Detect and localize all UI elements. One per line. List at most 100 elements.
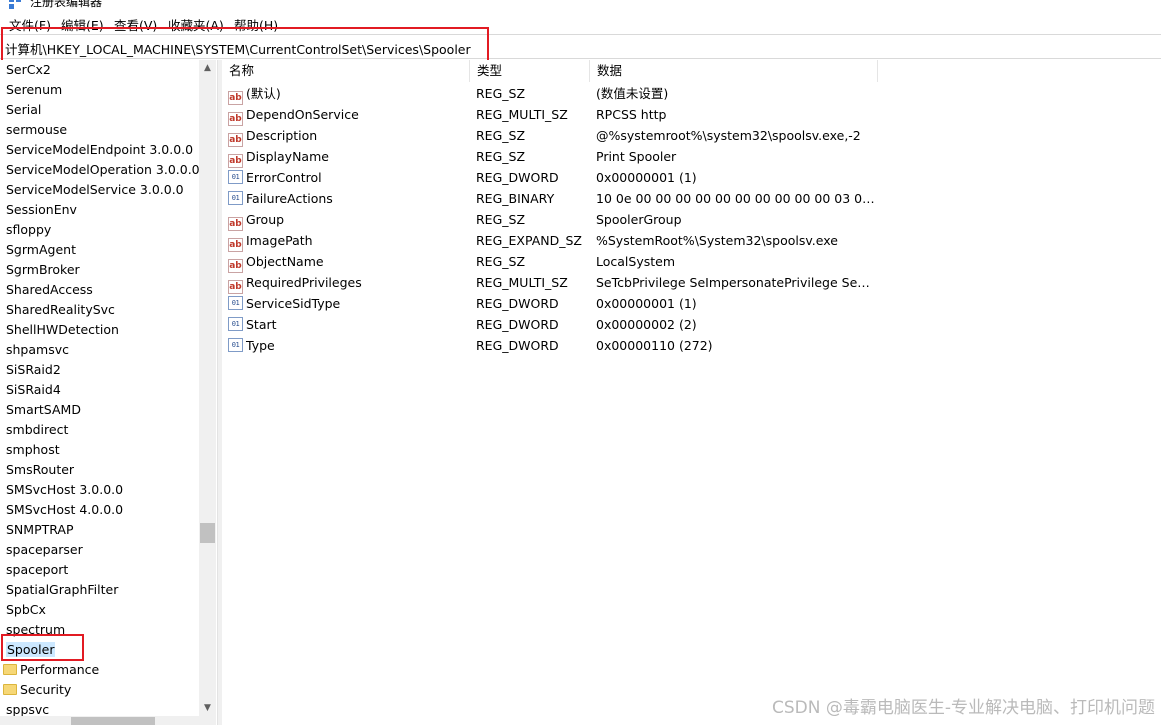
- value-data: 0x00000002 (2): [596, 317, 697, 332]
- tree-item[interactable]: spectrum: [6, 620, 65, 640]
- value-row[interactable]: 01 Start REG_DWORD 0x00000002 (2): [222, 314, 1161, 335]
- tree-item[interactable]: SpbCx: [6, 600, 46, 620]
- tree-item[interactable]: Security: [3, 680, 71, 700]
- value-data: 0x00000110 (272): [596, 338, 713, 353]
- value-row[interactable]: ab RequiredPrivileges REG_MULTI_SZ SeTcbPri…: [222, 272, 1161, 294]
- value-name: Group: [246, 212, 285, 227]
- value-row[interactable]: ab DisplayName REG_SZ Print Spooler: [222, 146, 1161, 168]
- tree-item[interactable]: smbdirect: [6, 420, 68, 440]
- value-name-cell: 01 Type: [228, 335, 275, 356]
- scroll-up-arrow-icon[interactable]: ▲: [199, 60, 216, 77]
- value-name-cell: ab ObjectName: [228, 251, 324, 273]
- tree-item[interactable]: Serenum: [6, 80, 62, 100]
- menu-help[interactable]: 帮助(H): [234, 15, 278, 34]
- binary-value-icon: 01: [228, 317, 243, 331]
- tree-item[interactable]: SgrmBroker: [6, 260, 80, 280]
- tree-item[interactable]: spaceport: [6, 560, 68, 580]
- value-row[interactable]: ab ObjectName REG_SZ LocalSystem: [222, 251, 1161, 273]
- tree-item[interactable]: ServiceModelEndpoint 3.0.0.0: [6, 140, 193, 160]
- tree-item[interactable]: Performance: [3, 660, 99, 680]
- tree-item-label: SMSvcHost 3.0.0.0: [6, 482, 124, 497]
- tree-item-label: SNMPTRAP: [6, 522, 74, 537]
- tree-item[interactable]: shpamsvc: [6, 340, 69, 360]
- tree-item[interactable]: Serial: [6, 100, 41, 120]
- column-header-name[interactable]: 名称: [222, 60, 470, 82]
- tree-item[interactable]: ShellHWDetection: [6, 320, 119, 340]
- value-data: Print Spooler: [596, 149, 677, 164]
- tree-item[interactable]: SNMPTRAP: [6, 520, 74, 540]
- tree-item[interactable]: SharedRealitySvc: [6, 300, 115, 320]
- value-row[interactable]: 01 ErrorControl REG_DWORD 0x00000001 (1): [222, 167, 1161, 188]
- tree-item[interactable]: SgrmAgent: [6, 240, 76, 260]
- binary-value-icon: 01: [228, 170, 243, 184]
- value-data: 0x00000001 (1): [596, 170, 697, 185]
- tree-item[interactable]: ServiceModelOperation 3.0.0.0: [6, 160, 200, 180]
- value-type: REG_DWORD: [476, 170, 559, 185]
- tree-item[interactable]: smphost: [6, 440, 60, 460]
- tree-item[interactable]: ServiceModelService 3.0.0.0: [6, 180, 184, 200]
- value-type: REG_SZ: [476, 254, 526, 269]
- tree-item[interactable]: SmsRouter: [6, 460, 74, 480]
- column-header-type[interactable]: 类型: [470, 60, 590, 82]
- tree-item[interactable]: SpatialGraphFilter: [6, 580, 118, 600]
- tree-item[interactable]: spaceparser: [6, 540, 83, 560]
- value-row[interactable]: 01 Type REG_DWORD 0x00000110 (272): [222, 335, 1161, 356]
- scroll-down-arrow-icon[interactable]: ▼: [199, 700, 216, 717]
- tree-vertical-scrollbar[interactable]: ▲ ▼: [199, 60, 216, 725]
- value-row[interactable]: ab (默认) REG_SZ (数值未设置): [222, 83, 1161, 105]
- value-data: 10 0e 00 00 00 00 00 00 00 00 00 00 03 0…: [596, 191, 878, 206]
- tree-item-label: SharedRealitySvc: [6, 302, 115, 317]
- tree-item-label: sermouse: [6, 122, 68, 137]
- tree-item[interactable]: SerCx2: [6, 60, 51, 80]
- tree-item-label: spectrum: [6, 622, 66, 637]
- column-header-data[interactable]: 数据: [590, 60, 878, 82]
- tree-item-label: Performance: [20, 662, 100, 677]
- menu-view[interactable]: 查看(V): [114, 15, 157, 34]
- tree-item[interactable]: SiSRaid4: [6, 380, 61, 400]
- tree-item-label: SgrmAgent: [6, 242, 76, 257]
- tree-item-label: smphost: [6, 442, 60, 457]
- tree-item[interactable]: Spooler: [6, 640, 56, 660]
- value-name: Start: [246, 317, 277, 332]
- tree-item[interactable]: SharedAccess: [6, 280, 93, 300]
- tree-item-label: SiSRaid4: [6, 382, 61, 397]
- value-row[interactable]: ab Description REG_SZ @%systemroot%\system3…: [222, 125, 1161, 147]
- menu-edit[interactable]: 编辑(E): [61, 15, 104, 34]
- value-row[interactable]: ab ImagePath REG_EXPAND_SZ %SystemRoot%\Sys…: [222, 230, 1161, 252]
- tree-item[interactable]: SMSvcHost 4.0.0.0: [6, 500, 123, 520]
- tree-item[interactable]: sermouse: [6, 120, 67, 140]
- address-path[interactable]: 计算机\HKEY_LOCAL_MACHINE\SYSTEM\CurrentCon…: [5, 39, 471, 58]
- tree-hscroll-thumb[interactable]: [71, 717, 155, 725]
- value-row[interactable]: 01 FailureActions REG_BINARY 10 0e 00 00 00…: [222, 188, 1161, 209]
- tree-item[interactable]: SessionEnv: [6, 200, 77, 220]
- value-row[interactable]: ab DependOnService REG_MULTI_SZ RPCSS http: [222, 104, 1161, 126]
- value-name-cell: ab DisplayName: [228, 146, 329, 168]
- key-tree-pane[interactable]: SerCx2 Serenum Serial sermouse ServiceModelE…: [0, 60, 217, 725]
- value-name: DependOnService: [246, 107, 359, 122]
- tree-item-label: SpatialGraphFilter: [6, 582, 119, 597]
- tree-item-label: SmsRouter: [6, 462, 75, 477]
- string-value-icon: ab: [228, 217, 243, 231]
- value-type: REG_SZ: [476, 212, 526, 227]
- value-row[interactable]: ab Group REG_SZ SpoolerGroup: [222, 209, 1161, 231]
- value-name: ErrorControl: [246, 170, 322, 185]
- tree-item-label: SerCx2: [6, 62, 51, 77]
- tree-item[interactable]: SiSRaid2: [6, 360, 61, 380]
- value-row[interactable]: 01 ServiceSidType REG_DWORD 0x00000001 (1): [222, 293, 1161, 314]
- tree-item-label: SessionEnv: [6, 202, 77, 217]
- tree-item[interactable]: sfloppy: [6, 220, 51, 240]
- tree-scroll-thumb[interactable]: [200, 523, 215, 543]
- value-data: SpoolerGroup: [596, 212, 682, 227]
- tree-item-label: ServiceModelEndpoint 3.0.0.0: [6, 142, 194, 157]
- menu-file[interactable]: 文件(F): [9, 15, 51, 34]
- value-name-cell: 01 Start: [228, 314, 277, 335]
- menu-favorites[interactable]: 收藏夹(A): [168, 15, 224, 34]
- address-bar[interactable]: 计算机\HKEY_LOCAL_MACHINE\SYSTEM\CurrentCon…: [0, 34, 1161, 59]
- value-name-cell: 01 FailureActions: [228, 188, 333, 209]
- values-pane[interactable]: 名称 类型 数据 ab (默认) REG_SZ (数值未设置) ab DependOnSe…: [222, 60, 1161, 725]
- tree-horizontal-scrollbar[interactable]: [0, 716, 199, 725]
- tree-item[interactable]: SmartSAMD: [6, 400, 81, 420]
- value-name: DisplayName: [246, 149, 329, 164]
- tree-item[interactable]: SMSvcHost 3.0.0.0: [6, 480, 123, 500]
- tree-item-label: ServiceModelOperation 3.0.0.0: [6, 162, 200, 177]
